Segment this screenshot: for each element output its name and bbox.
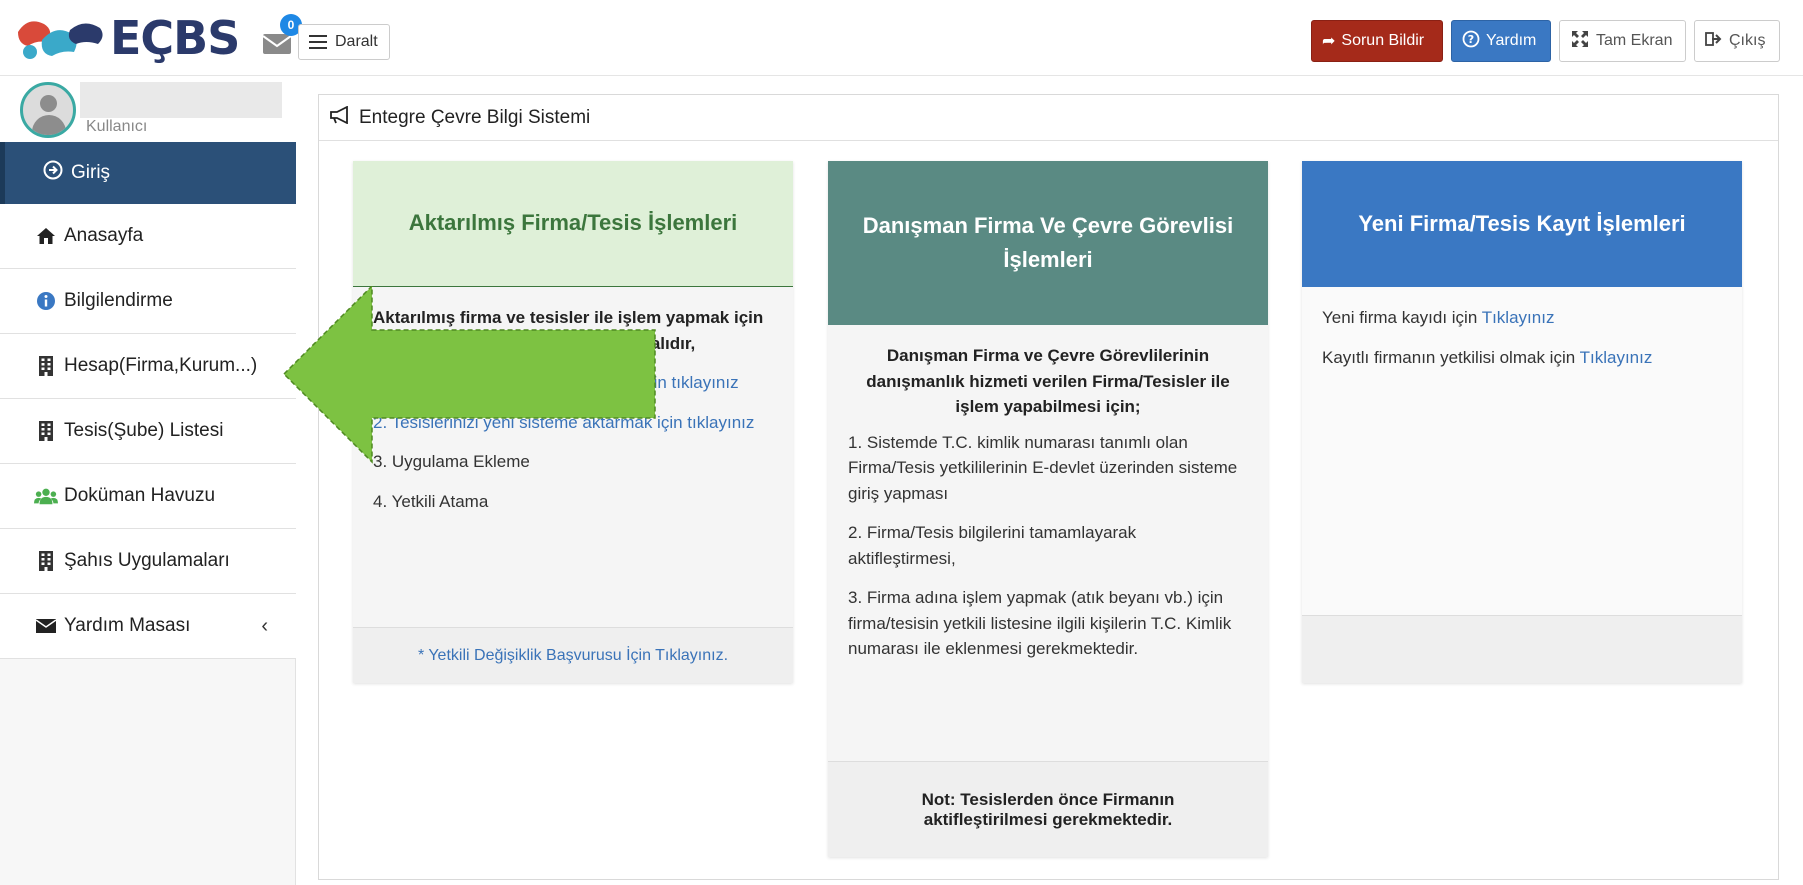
card-aktarilmis: Aktarılmış Firma/Tesis İşlemleri Aktarıl… [353,161,793,683]
transfer-company-link[interactable]: 1. Firmanızı yeni sisteme aktarmak için … [373,370,773,396]
user-name-placeholder [80,82,282,118]
logo-text: EÇBS [110,11,240,65]
card-footer: * Yetkili Değişiklik Başvurusu İçin Tıkl… [353,627,793,683]
help-button[interactable]: ? Yardım [1451,20,1551,62]
avatar [20,82,76,138]
expand-icon [1570,29,1590,54]
new-company-text: Yeni firma kayıdı için [1322,308,1478,327]
sidebar-item-bilgilendirme[interactable]: Bilgilendirme [0,269,296,334]
building-icon [34,550,58,572]
sidebar-item-label: Tesis(Şube) Listesi [64,420,224,441]
consultant-step-2: 2. Firma/Tesis bilgilerini tamamlayarak … [848,523,1137,568]
share-arrow-icon: ➦ [1322,33,1336,50]
users-icon [34,486,58,506]
card-title: Danışman Firma Ve Çevre Görevlisi İşleml… [828,161,1268,325]
sidebar-item-giris[interactable]: Giriş [0,142,296,204]
top-bar: EÇBS 0 Daralt ➦ Sorun Bildir ? Yardım Ta… [0,0,1803,76]
sidebar-item-dokuman-havuzu[interactable]: Doküman Havuzu [0,464,296,529]
sidebar-item-label: Şahıs Uygulamaları [64,550,230,571]
sidebar-item-label: Doküman Havuzu [64,485,216,506]
report-problem-label: Sorun Bildir [1341,32,1425,49]
sidebar-item-sahis-uygulamalari[interactable]: Şahıs Uygulamaları [0,529,296,594]
consultant-step-3: 3. Firma adına işlem yapmak (atık beyanı… [848,588,1232,658]
question-circle-icon: ? [1462,30,1480,53]
become-authorized-link[interactable]: Tıklayınız [1580,348,1653,367]
building-icon [34,355,58,377]
step-uygulama-ekleme: 3. Uygulama Ekleme [373,452,530,471]
panel-header: Entegre Çevre Bilgi Sistemi [319,95,1778,141]
report-problem-button[interactable]: ➦ Sorun Bildir [1311,20,1443,62]
collapse-label: Daralt [335,33,378,50]
hamburger-icon [309,35,327,49]
sidebar-item-anasayfa[interactable]: Anasayfa [0,204,296,269]
logout-label: Çıkış [1729,32,1766,49]
sidebar-item-label: Hesap(Firma,Kurum...) [64,355,258,376]
logout-button[interactable]: Çıkış [1694,20,1780,62]
logo-mark-icon [14,10,106,66]
step-yetkili-atama: 4. Yetkili Atama [373,491,489,511]
card-intro: Aktarılmış firma ve tesisler ile işlem y… [373,308,764,353]
become-authorized-text: Kayıtlı firmanın yetkilisi olmak için [1322,347,1576,367]
sidebar-item-label: Anasayfa [64,225,144,246]
panel-title: Entegre Çevre Bilgi Sistemi [359,106,591,128]
user-panel: Kullanıcı [0,76,296,142]
card-body: Danışman Firma ve Çevre Görevlilerinin d… [828,325,1268,694]
card-yeni-firma: Yeni Firma/Tesis Kayıt İşlemleri Yeni fi… [1302,161,1742,683]
sidebar: Kullanıcı Giriş Anasayfa Bilgilendirme H… [0,76,296,885]
card-danisman: Danışman Firma Ve Çevre Görevlisi İşleml… [828,161,1268,857]
sidebar-item-label: Yardım Masası [64,615,191,636]
bullhorn-icon [329,105,351,130]
card-intro: Danışman Firma ve Çevre Görevlilerinin d… [866,346,1230,416]
sidebar-item-tesis-listesi[interactable]: Tesis(Şube) Listesi [0,399,296,464]
card-title: Yeni Firma/Tesis Kayıt İşlemleri [1302,161,1742,287]
chevron-left-icon[interactable]: ‹ [261,615,268,638]
user-role-label: Kullanıcı [86,118,148,135]
authorized-change-link[interactable]: * Yetkili Değişiklik Başvurusu İçin Tıkl… [418,647,728,665]
fullscreen-label: Tam Ekran [1596,32,1673,49]
become-authorized-line: Kayıtlı firmanın yetkilisi olmak için Tı… [1322,345,1722,371]
arrow-circle-right-icon [43,160,63,186]
sidebar-item-label: Giriş [71,162,111,183]
home-icon [34,227,58,245]
svg-text:?: ? [1468,33,1474,46]
sign-out-icon [1705,31,1723,52]
card-footer [1302,615,1742,683]
sidebar-item-hesap[interactable]: Hesap(Firma,Kurum...) [0,334,296,399]
card-body: Aktarılmış firma ve tesisler ile işlem y… [353,287,793,546]
envelope-icon [34,618,58,634]
help-label: Yardım [1486,32,1537,49]
card-footer-note: Not: Tesislerden önce Firmanın aktifleşt… [828,761,1268,857]
info-icon [34,291,58,311]
new-company-line: Yeni firma kayıdı için Tıklayınız [1322,305,1722,331]
new-company-link[interactable]: Tıklayınız [1482,308,1555,327]
transfer-facilities-link[interactable]: 2. Tesislerinizi yeni sisteme aktarmak i… [373,410,773,436]
fullscreen-button[interactable]: Tam Ekran [1559,20,1686,62]
building-icon [34,420,58,442]
consultant-step-1: 1. Sistemde T.C. kimlik numarası tanımlı… [848,432,1238,503]
ecbs-logo[interactable]: EÇBS [14,10,240,66]
sidebar-item-yardim-masasi[interactable]: Yardım Masası ‹ [0,594,296,659]
main-panel: Entegre Çevre Bilgi Sistemi Aktarılmış F… [318,94,1779,880]
card-title: Aktarılmış Firma/Tesis İşlemleri [353,161,793,287]
sidebar-item-label: Bilgilendirme [64,290,173,311]
card-body: Yeni firma kayıdı için Tıklayınız Kayıtl… [1302,287,1742,615]
collapse-sidebar-button[interactable]: Daralt [298,24,390,60]
